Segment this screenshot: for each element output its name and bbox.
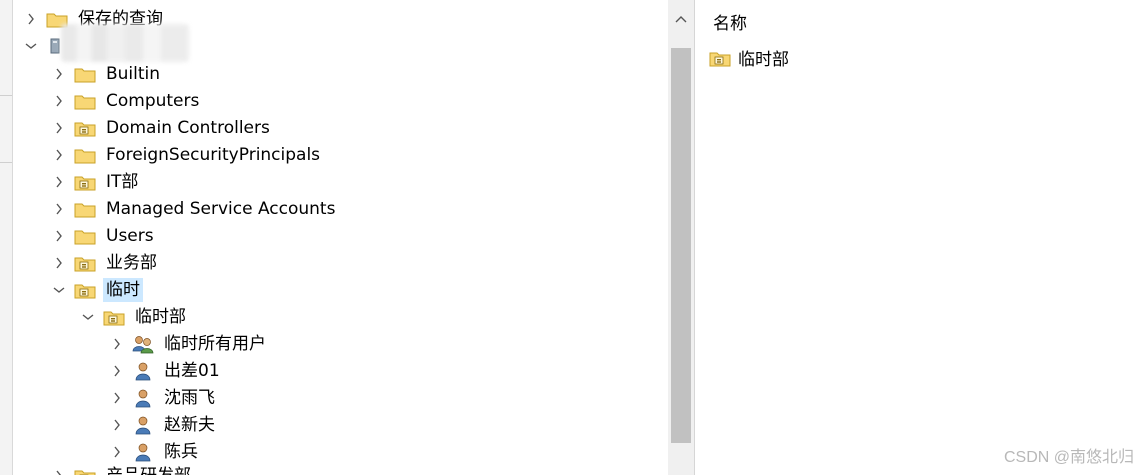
- scroll-up-arrow-icon[interactable]: [668, 0, 694, 40]
- folder-icon: [74, 145, 96, 165]
- tree-item-label: 产品研发部: [103, 464, 194, 475]
- tree-item-label: 沈雨飞: [164, 387, 215, 408]
- tree-item-label: Users: [106, 225, 154, 246]
- chevron-right-icon[interactable]: [51, 195, 67, 222]
- ou-folder-icon: [709, 48, 731, 68]
- tree-item-label-selected: 临时: [103, 277, 143, 302]
- tree-item-label: Builtin: [106, 63, 161, 84]
- tree-item-label: 陈兵: [164, 441, 198, 462]
- tree-item-user-chuchai01[interactable]: 出差01: [109, 357, 223, 384]
- tree-item-temp[interactable]: 临时: [51, 276, 143, 303]
- ou-folder-icon: [74, 118, 96, 138]
- chevron-right-icon[interactable]: [23, 5, 39, 32]
- column-header-name[interactable]: 名称: [713, 10, 747, 38]
- tree-item-domain-controllers[interactable]: Domain Controllers: [51, 114, 273, 141]
- tree-item-label: Computers: [106, 90, 200, 111]
- chevron-down-icon[interactable]: [51, 276, 67, 303]
- tree-item-product-rd-dept[interactable]: 产品研发部: [51, 462, 194, 475]
- chevron-right-icon[interactable]: [109, 384, 125, 411]
- chevron-right-icon[interactable]: [51, 114, 67, 141]
- ou-folder-icon: [74, 466, 96, 475]
- tree-item-user-shenyufei[interactable]: 沈雨飞: [109, 384, 218, 411]
- tree-item-foreign-security-principals[interactable]: ForeignSecurityPrincipals: [51, 141, 323, 168]
- tree-item-label: Domain Controllers: [106, 117, 270, 138]
- tree-item-label: 业务部: [106, 252, 157, 273]
- chevron-down-icon[interactable]: [23, 32, 39, 59]
- chevron-right-icon[interactable]: [51, 87, 67, 114]
- ou-folder-icon: [74, 280, 96, 300]
- tree-item-it[interactable]: IT部: [51, 168, 141, 195]
- chevron-right-icon[interactable]: [51, 249, 67, 276]
- folder-icon: [74, 91, 96, 111]
- chevron-right-icon[interactable]: [51, 462, 67, 475]
- tree-item-user-zhaoxinfu[interactable]: 赵新夫: [109, 411, 218, 438]
- tree-item-business-dept[interactable]: 业务部: [51, 249, 160, 276]
- watermark: CSDN @南悠北归: [1003, 449, 1134, 466]
- tree-item-temp-dept[interactable]: 临时部: [80, 303, 189, 330]
- tree-item-user-chenbing[interactable]: 陈兵: [109, 438, 201, 465]
- left-gutter: [0, 0, 13, 475]
- tree-item-label: Managed Service Accounts: [106, 198, 336, 219]
- chevron-right-icon[interactable]: [51, 168, 67, 195]
- chevron-right-icon[interactable]: [51, 60, 67, 87]
- chevron-down-icon[interactable]: [80, 303, 96, 330]
- chevron-right-icon[interactable]: [51, 141, 67, 168]
- tree-item-label: 临时所有用户: [164, 333, 266, 354]
- tree-scrollbar[interactable]: [668, 0, 694, 475]
- user-icon: [132, 442, 154, 462]
- tree-item-label: ForeignSecurityPrincipals: [106, 144, 321, 165]
- chevron-right-icon[interactable]: [109, 330, 125, 357]
- folder-icon: [74, 226, 96, 246]
- user-icon: [132, 415, 154, 435]
- tree-item-managed-service-accounts[interactable]: Managed Service Accounts: [51, 195, 338, 222]
- chevron-right-icon[interactable]: [109, 411, 125, 438]
- tree-item-label: IT部: [106, 171, 139, 192]
- tree-item-users[interactable]: Users: [51, 222, 157, 249]
- gutter-divider: [0, 95, 12, 96]
- ou-folder-icon: [74, 253, 96, 273]
- scroll-thumb[interactable]: [671, 48, 691, 443]
- ou-folder-icon: [74, 172, 96, 192]
- ou-folder-icon: [103, 307, 125, 327]
- user-icon: [132, 361, 154, 381]
- redacted-domain-name: [61, 24, 189, 62]
- chevron-right-icon[interactable]: [109, 438, 125, 465]
- folder-icon: [74, 199, 96, 219]
- group-icon: [132, 334, 154, 354]
- tree-item-label: 出差01: [164, 360, 220, 381]
- tree-item-label: 临时部: [135, 306, 186, 327]
- folder-icon: [74, 64, 96, 84]
- list-item[interactable]: 临时部: [709, 44, 789, 71]
- tree-item-temp-all-users-group[interactable]: 临时所有用户: [109, 330, 269, 357]
- chevron-right-icon[interactable]: [51, 222, 67, 249]
- tree-item-computers[interactable]: Computers: [51, 87, 202, 114]
- list-item-label: 临时部: [738, 50, 789, 70]
- details-list[interactable]: 名称 临时部 CSDN @南悠北归: [703, 0, 1142, 475]
- chevron-right-icon[interactable]: [109, 357, 125, 384]
- tree-item-label: 赵新夫: [164, 414, 215, 435]
- user-icon: [132, 388, 154, 408]
- tree-item-builtin[interactable]: Builtin: [51, 60, 163, 87]
- gutter-divider: [0, 162, 12, 163]
- console-tree[interactable]: 保存的查询 Builtin Computers Domain Controlle…: [13, 0, 668, 475]
